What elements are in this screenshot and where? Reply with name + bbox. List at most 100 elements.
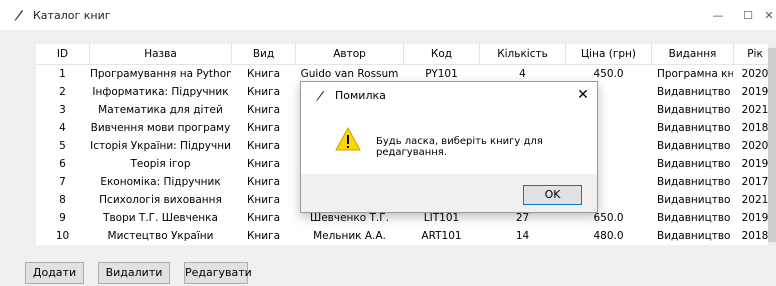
table-cell: Книга xyxy=(232,227,295,245)
cell-text: Видавництво АВС xyxy=(657,140,733,152)
error-dialog: Помилка ✕ Будь ласка, виберіть книгу для… xyxy=(300,81,598,213)
scrollbar-thumb[interactable] xyxy=(768,48,776,242)
column-header-quantity[interactable]: Кількість xyxy=(480,44,566,64)
table-cell: 1 xyxy=(36,65,89,83)
table-cell: 5 xyxy=(36,137,89,155)
column-header-publisher[interactable]: Видання xyxy=(652,44,734,64)
table-cell: Книга xyxy=(232,191,295,209)
cell-text: Книга xyxy=(246,158,281,170)
cell-text: Мистецтво України xyxy=(107,230,214,242)
table-header: ID Назва Вид Автор Код Кількість Ціна (г… xyxy=(36,44,776,65)
cell-text: 14 xyxy=(515,230,530,242)
cell-text: 9 xyxy=(59,212,66,224)
cell-text: Програмування на Python xyxy=(90,68,231,80)
table-row[interactable]: 10 Мистецтво України Книга Мельник А.А. ART1… xyxy=(36,227,776,245)
dialog-close-button[interactable]: ✕ xyxy=(575,86,591,104)
cell-text: 6 xyxy=(59,158,66,170)
table-cell: Книга xyxy=(232,155,295,173)
column-header-type[interactable]: Вид xyxy=(232,44,296,64)
column-header-code[interactable]: Код xyxy=(404,44,480,64)
cell-text: Інформатика: Підручник xyxy=(92,86,229,98)
minimize-button[interactable]: — xyxy=(706,4,730,26)
cell-text: Вивчення мови програму xyxy=(90,122,231,134)
cell-text: Видавництво ЛІТ xyxy=(657,212,733,224)
cell-text: 2021 xyxy=(741,104,769,116)
table-cell: Мистецтво України xyxy=(90,227,231,245)
cell-text: Твори Т.Г. Шевченка xyxy=(103,212,218,224)
cell-text: 2 xyxy=(59,86,66,98)
dialog-message: Будь ласка, виберіть книгу для редагуван… xyxy=(376,136,543,158)
cell-text: 4 xyxy=(59,122,66,134)
cell-text: Видавництво ТОП xyxy=(657,158,733,170)
cell-text: 2019 xyxy=(741,158,769,170)
table-cell: Твори Т.Г. Шевченка xyxy=(90,209,231,227)
maximize-button[interactable]: ☐ xyxy=(736,4,760,26)
table-cell: Видавництво АБВ xyxy=(652,83,733,101)
table-cell: 8 xyxy=(36,191,89,209)
cell-text: Видавництво ПС xyxy=(657,194,733,206)
cell-text: Мельник А.А. xyxy=(313,230,386,242)
table-cell: 14 xyxy=(480,227,565,245)
delete-button[interactable]: Видалити xyxy=(98,262,170,284)
table-cell: 480.0 xyxy=(566,227,651,245)
cell-text: Видавництво ЕКС xyxy=(657,176,733,188)
table-cell: 4 xyxy=(36,119,89,137)
cell-text: PY101 xyxy=(425,68,458,80)
table-cell: ART101 xyxy=(404,227,479,245)
cell-text: Guido van Rossum xyxy=(300,68,399,80)
cell-text: 480.0 xyxy=(593,230,624,242)
window-title: Каталог книг xyxy=(33,9,111,22)
ok-button[interactable]: OK xyxy=(523,185,582,205)
cell-text: 4 xyxy=(519,68,526,80)
table-cell: Програмування на Python xyxy=(90,65,231,83)
cell-text: Історія України: Підручни xyxy=(90,140,231,152)
edit-button[interactable]: Редагувати xyxy=(184,262,252,284)
table-cell: Видавництво ПС xyxy=(652,191,733,209)
cell-text: 10 xyxy=(55,230,70,242)
cell-text: Книга xyxy=(246,176,281,188)
cell-text: 2020 xyxy=(741,140,769,152)
cell-text: Видавництво ГІМ xyxy=(657,104,733,116)
column-header-price[interactable]: Ціна (грн) xyxy=(566,44,652,64)
cell-text: 3 xyxy=(59,104,66,116)
table-cell: Видавництво XYZ xyxy=(652,119,733,137)
cell-text: 5 xyxy=(59,140,66,152)
add-button[interactable]: Додати xyxy=(25,262,84,284)
cell-text: Видавництво XYZ xyxy=(657,122,733,134)
dialog-footer: OK xyxy=(301,174,597,212)
table-cell: Мельник А.А. xyxy=(296,227,403,245)
column-header-author[interactable]: Автор xyxy=(296,44,404,64)
table-scrollbar[interactable] xyxy=(768,44,776,245)
cell-text: 27 xyxy=(515,212,530,224)
cell-text: Книга xyxy=(246,68,281,80)
column-header-name[interactable]: Назва xyxy=(90,44,232,64)
cell-text: 7 xyxy=(59,176,66,188)
cell-text: 650.0 xyxy=(593,212,624,224)
column-header-id[interactable]: ID xyxy=(36,44,90,64)
table-cell: Вивчення мови програму xyxy=(90,119,231,137)
table-cell: 10 xyxy=(36,227,89,245)
cell-text: 2017 xyxy=(741,176,769,188)
cell-text: Шевченко Т.Г. xyxy=(309,212,389,224)
cell-text: Книга xyxy=(246,230,281,242)
cell-text: Книга xyxy=(246,212,281,224)
table-cell: 2 xyxy=(36,83,89,101)
table-cell: 3 xyxy=(36,101,89,119)
warning-icon xyxy=(335,127,361,151)
cell-text: Психологія виховання xyxy=(99,194,222,206)
cell-text: Програмна книга xyxy=(657,68,733,80)
table-cell: Книга xyxy=(232,137,295,155)
table-cell: Видавництво ЛІТ xyxy=(652,209,733,227)
cell-text: Книга xyxy=(246,86,281,98)
table-cell: Видавництво ГІМ xyxy=(652,101,733,119)
cell-text: 2018 xyxy=(741,122,769,134)
table-cell: Історія України: Підручни xyxy=(90,137,231,155)
table-cell: 9 xyxy=(36,209,89,227)
cell-text: ART101 xyxy=(421,230,462,242)
cell-text: 2018 xyxy=(741,230,769,242)
close-button[interactable]: ✕ xyxy=(762,4,776,26)
cell-text: Математика для дітей xyxy=(98,104,223,116)
dialog-titlebar: Помилка ✕ xyxy=(301,82,597,110)
cell-text: Теорія ігор xyxy=(130,158,191,170)
cell-text: 450.0 xyxy=(593,68,624,80)
